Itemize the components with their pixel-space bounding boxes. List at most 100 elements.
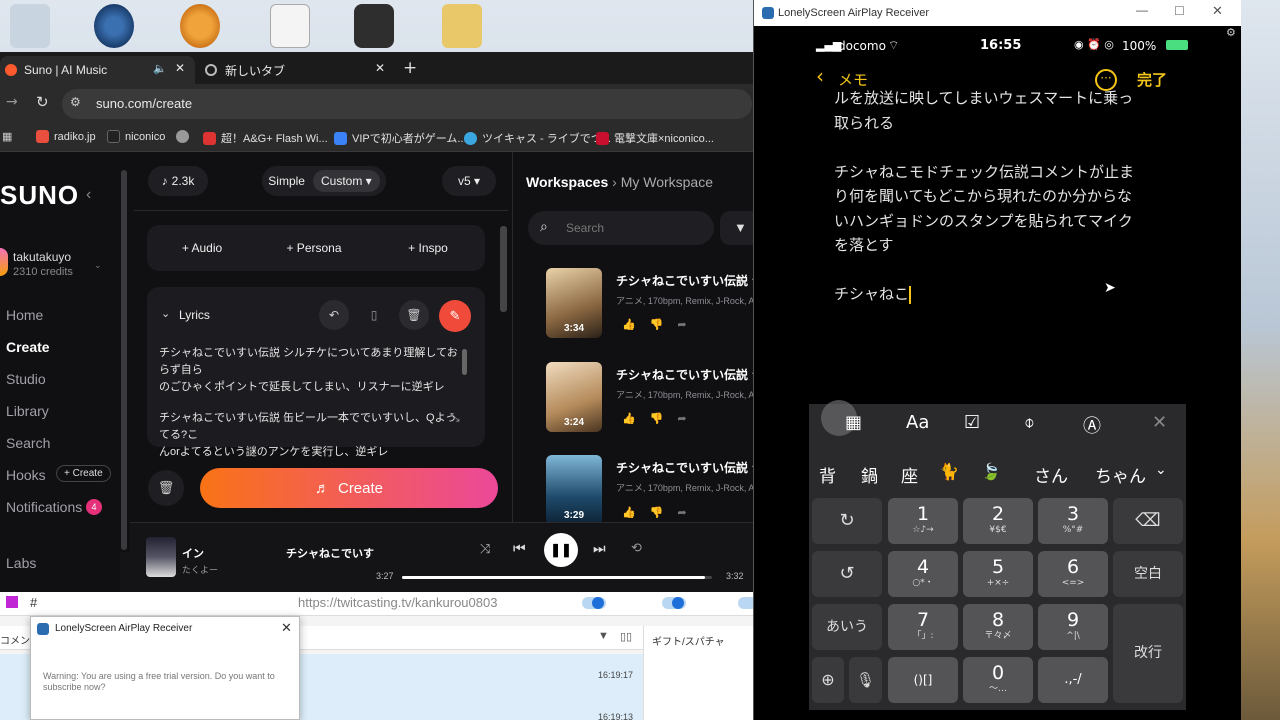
channel-field[interactable]: # (30, 595, 37, 610)
bookmark-radiko[interactable]: radiko.jp (36, 130, 96, 143)
kana-switch-key[interactable]: あいう (812, 604, 882, 650)
trash-icon[interactable]: 🗑 (399, 300, 429, 330)
panel-scrollbar[interactable] (500, 226, 507, 312)
app-shortcut-icon[interactable] (354, 4, 394, 48)
camera-icon[interactable]: ⌽ (1024, 412, 1035, 433)
suggestion[interactable]: ちゃん (1095, 462, 1146, 487)
nav-notifications[interactable]: Notifications (6, 499, 82, 515)
nav-search[interactable]: Search (6, 435, 50, 451)
toggle-switch[interactable] (582, 597, 606, 609)
key-5[interactable]: 5 +×÷ (963, 551, 1033, 597)
filter-icon[interactable]: ▼ (598, 630, 609, 642)
site-info-icon[interactable]: ⚙ (70, 95, 81, 109)
nav-hooks[interactable]: Hooks (6, 467, 46, 483)
breadcrumb-workspaces[interactable]: Workspaces › My Workspace (526, 174, 713, 190)
bookmark-twitcasting[interactable]: ツイキャス - ライブでつ... (464, 130, 611, 146)
repeat-icon[interactable]: ⟲ (631, 540, 642, 556)
mode-custom[interactable]: Custom ▾ (312, 170, 380, 192)
suggestion[interactable]: さん (1034, 462, 1068, 487)
cat-emoji-icon[interactable]: 🐈 (939, 462, 959, 481)
song-thumbnail[interactable]: 3:24 (546, 362, 602, 432)
chevron-down-icon[interactable]: ⌄ (161, 307, 170, 320)
format-text-icon[interactable]: Aa (906, 412, 929, 433)
forward-icon[interactable]: → (6, 94, 18, 110)
song-thumbnail[interactable]: 3:34 (546, 268, 602, 338)
reload-icon[interactable]: ↻ (36, 93, 49, 111)
magic-wand-icon[interactable]: ✎ (439, 300, 471, 332)
previous-icon[interactable]: ⏮ (513, 540, 526, 557)
key-2[interactable]: 2 ¥$€ (963, 498, 1033, 544)
create-button[interactable]: ♬ Create (200, 468, 498, 508)
folder-icon[interactable] (442, 4, 482, 48)
nav-create[interactable]: Create (6, 339, 50, 355)
song-thumbnail[interactable]: 3:29 (546, 455, 602, 525)
pause-button[interactable]: ❚❚ (544, 533, 578, 567)
nav-labs[interactable]: Labs (6, 555, 36, 571)
lyrics-scrollbar[interactable] (462, 349, 467, 375)
player-title[interactable]: イン (182, 545, 204, 561)
key-9[interactable]: 9 ^|\ (1038, 604, 1108, 650)
lyrics-textarea[interactable]: チシャねこでいすい伝説 シルチケについてあまり理解しておらず自ら のごひゃくポイ… (159, 345, 459, 461)
mode-simple[interactable]: Simple (268, 174, 305, 188)
bookmark-icon[interactable]: ▯ (359, 300, 389, 330)
minimize-icon[interactable]: — (1136, 3, 1148, 17)
steam-icon[interactable] (94, 4, 134, 48)
player-artist[interactable]: たくよー (182, 563, 218, 576)
address-field[interactable]: ⚙ suno.com/create (62, 89, 752, 119)
key-8[interactable]: 8 〒々〆 (963, 604, 1033, 650)
suggestion[interactable]: 鍋 (861, 462, 878, 487)
globe-icon[interactable]: ⊕ (812, 657, 844, 703)
notes-count[interactable]: ♪ 2.3k (148, 166, 208, 196)
tab-suno[interactable]: Suno | AI Music 🔈 ✕ (0, 56, 195, 84)
redo-key-icon[interactable]: ↺ (812, 551, 882, 597)
key-1[interactable]: 1 ☆♪→ (888, 498, 958, 544)
close-icon[interactable]: ✕ (1212, 3, 1223, 19)
workspace-search[interactable]: ⌕ Search (528, 211, 714, 245)
key-4[interactable]: 4 ○*・ (888, 551, 958, 597)
player-track[interactable]: チシャねこでいす (286, 545, 374, 561)
key-6[interactable]: 6 <=> (1038, 551, 1108, 597)
song-title[interactable]: チシャねこでいすい伝説 シルチ (616, 459, 753, 476)
document-icon[interactable] (270, 4, 310, 48)
progress-track[interactable] (402, 576, 712, 579)
tab-new[interactable]: 新しいタブ ✕ (197, 56, 392, 84)
markup-pen-icon[interactable]: Ⓐ (1083, 412, 1101, 438)
song-title[interactable]: チシャねこでいすい伝説 シルチ (616, 366, 753, 383)
back-chevron-icon[interactable]: ‹ (816, 64, 824, 88)
song-actions[interactable]: 👍👎➦ (622, 412, 701, 425)
recycle-bin-icon[interactable] (10, 4, 50, 48)
toggle-switch[interactable] (738, 597, 753, 609)
song-actions[interactable]: 👍👎➦ (622, 318, 701, 331)
player-thumbnail[interactable] (146, 537, 176, 577)
checklist-icon[interactable]: ☑ (964, 412, 980, 433)
close-tab-icon[interactable]: ✕ (375, 61, 385, 75)
bookmark-vip[interactable]: VIPで初心者がゲーム... (334, 130, 467, 146)
enter-key[interactable]: 改行 (1113, 604, 1183, 703)
microphone-icon[interactable]: 🎙 (849, 657, 882, 703)
space-key[interactable]: 空白 (1113, 551, 1183, 597)
backspace-icon[interactable]: ⌫ (1113, 498, 1183, 544)
settings-gear-icon[interactable]: ⚙ (1226, 26, 1236, 39)
nav-studio[interactable]: Studio (6, 371, 46, 387)
chevron-down-icon[interactable]: ⌄ (94, 260, 102, 271)
brackets-key[interactable]: ()[] (888, 657, 958, 703)
avatar[interactable] (0, 248, 8, 276)
collapse-sidebar-icon[interactable]: ‹ (86, 186, 91, 204)
bookmark-niconico[interactable]: niconico (107, 130, 165, 143)
username[interactable]: takutakuyo (13, 250, 71, 264)
add-inspo-button[interactable]: + Inspo (373, 233, 483, 263)
app-icon[interactable] (180, 4, 220, 48)
color-swatch[interactable] (6, 596, 18, 608)
note-body[interactable]: ルを放送に映してしまいウェスマートに乗っ 取られる チシャねこモドチェック伝説コ… (834, 89, 1174, 307)
mode-switch[interactable]: Simple Custom ▾ (262, 166, 386, 196)
apps-grid-icon[interactable]: ▦ (2, 130, 12, 143)
close-tab-icon[interactable]: ✕ (175, 61, 185, 75)
close-icon[interactable]: ✕ (281, 620, 292, 636)
key-0[interactable]: 0 〜… (963, 657, 1033, 703)
suggestion[interactable]: 座 (901, 462, 918, 487)
sidebar-scrollbar[interactable] (121, 170, 127, 550)
toggle-switch[interactable] (662, 597, 686, 609)
filter-icon[interactable]: ▼ (720, 211, 753, 245)
table-icon[interactable]: ▦ (845, 412, 862, 433)
suggestion[interactable]: 背 (819, 462, 836, 487)
